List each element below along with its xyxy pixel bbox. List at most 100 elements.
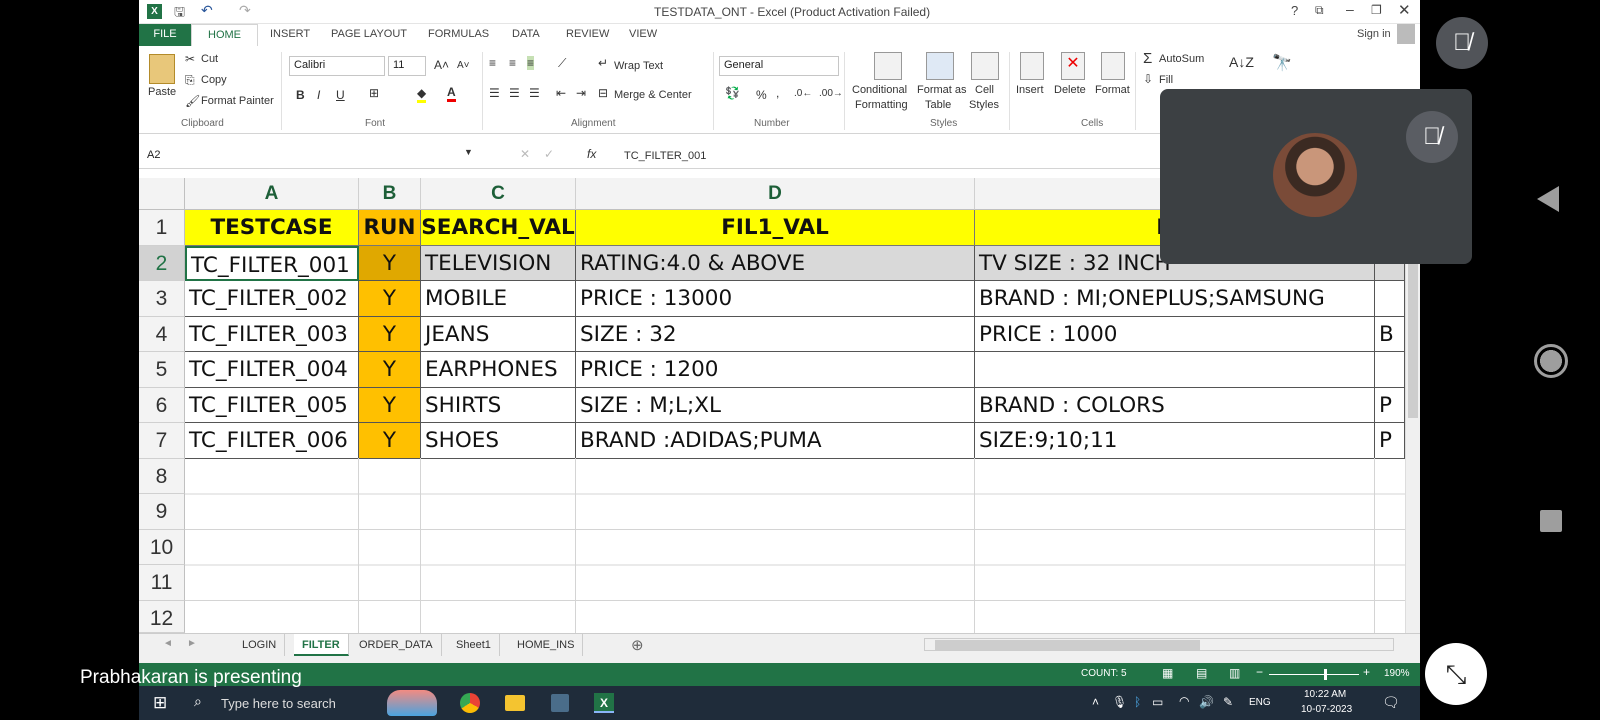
zoom-slider-thumb[interactable] — [1324, 669, 1327, 680]
align-top-icon[interactable]: ≡ — [489, 56, 496, 70]
zoom-slider[interactable] — [1269, 669, 1359, 680]
page-break-view-icon[interactable]: ▥ — [1229, 666, 1240, 680]
row-header-6[interactable]: 6 — [139, 387, 185, 423]
delete-cells-icon[interactable]: ✕ — [1061, 52, 1085, 80]
italic-button[interactable]: I — [317, 88, 320, 102]
language-indicator[interactable]: ENG — [1249, 697, 1271, 708]
tab-page-layout[interactable]: PAGE LAYOUT — [331, 28, 407, 40]
grow-font-icon[interactable]: A˄ — [434, 58, 449, 72]
zoom-level[interactable]: 190% — [1384, 668, 1410, 679]
page-layout-view-icon[interactable]: ▤ — [1196, 666, 1207, 680]
wrap-text-button[interactable]: Wrap Text — [614, 60, 663, 72]
excel-taskbar-icon[interactable]: X — [594, 693, 614, 713]
cell-b-row-6[interactable]: Y — [359, 387, 421, 423]
cell-c-row-6[interactable]: SHIRTS — [421, 387, 576, 423]
sheet-tab-sheet1[interactable]: Sheet1 — [448, 634, 500, 656]
cell-f-row-3[interactable] — [1375, 281, 1405, 317]
tray-chevron-icon[interactable]: ˄ — [1092, 695, 1099, 709]
name-box[interactable]: A2 — [143, 145, 473, 167]
normal-view-icon[interactable]: ▦ — [1162, 666, 1173, 680]
paste-icon[interactable] — [149, 54, 175, 84]
cell-c-row-7[interactable]: SHOES — [421, 423, 576, 459]
orientation-icon[interactable]: ⟋ — [558, 56, 566, 71]
user-icon[interactable] — [1397, 24, 1415, 44]
comma-button[interactable]: , — [776, 86, 779, 100]
row-header-7[interactable]: 7 — [139, 423, 185, 459]
autosum-button[interactable]: AutoSum — [1159, 53, 1204, 65]
cell-a-row-7[interactable]: TC_FILTER_006 — [185, 423, 359, 459]
prev-sheet-icon[interactable]: ◄ — [163, 638, 173, 649]
volume-icon[interactable]: 🔊 — [1199, 695, 1214, 709]
android-back-icon[interactable] — [1537, 186, 1559, 212]
format-as-label[interactable]: Format as — [917, 84, 967, 96]
cell-d-row-4[interactable]: SIZE : 32 — [576, 316, 975, 352]
insert-button[interactable]: Insert — [1016, 84, 1044, 96]
column-header-a[interactable]: A — [185, 178, 359, 210]
fill-color-icon[interactable]: ◆ — [417, 86, 427, 103]
clock-time[interactable]: 10:22 AM — [1304, 689, 1346, 700]
cell-c-row-4[interactable]: JEANS — [421, 316, 576, 352]
tab-formulas[interactable]: FORMULAS — [428, 28, 489, 40]
ribbon-display-icon[interactable]: ⧉ — [1315, 3, 1324, 18]
add-sheet-icon[interactable]: ⊕ — [631, 636, 644, 654]
taskbar-search-input[interactable]: Type here to search — [221, 696, 336, 711]
number-format-dropdown[interactable]: General — [719, 56, 839, 76]
insert-cells-icon[interactable] — [1020, 52, 1044, 80]
name-box-dropdown-icon[interactable]: ▼ — [464, 147, 473, 157]
increase-indent-icon[interactable]: ⇥ — [576, 86, 586, 100]
align-center-icon[interactable]: ☰ — [509, 86, 520, 100]
chrome-icon[interactable] — [460, 693, 480, 713]
fx-icon[interactable]: fx — [587, 147, 596, 161]
currency-icon[interactable]: 💱 — [725, 86, 740, 100]
cell-d-row-7[interactable]: BRAND :ADIDAS;PUMA — [576, 423, 975, 459]
close-icon[interactable]: ✕ — [1398, 1, 1411, 19]
zoom-in-icon[interactable]: + — [1363, 665, 1370, 679]
tab-data[interactable]: DATA — [512, 28, 540, 40]
conditional-formatting-icon[interactable] — [874, 52, 902, 80]
video-tile[interactable]: 🎙̸ — [1160, 89, 1472, 264]
cell-a-row-4[interactable]: TC_FILTER_003 — [185, 316, 359, 352]
header-cell-testcase[interactable]: TESTCASE — [185, 210, 359, 246]
paste-button[interactable]: Paste — [148, 86, 176, 98]
undo-icon[interactable]: ↶ — [201, 2, 213, 19]
tab-file[interactable]: FILE — [139, 24, 191, 46]
select-all-corner[interactable] — [139, 178, 185, 210]
cell-c-row-5[interactable]: EARPHONES — [421, 352, 576, 388]
percent-button[interactable]: % — [756, 88, 767, 102]
app-icon[interactable] — [551, 694, 569, 712]
cancel-entry-icon[interactable]: ✕ — [520, 147, 530, 161]
android-home-icon[interactable] — [1534, 344, 1568, 378]
underline-button[interactable]: U — [336, 88, 345, 102]
decimal-decrease-icon[interactable]: .00→ — [819, 88, 843, 99]
formula-input[interactable]: TC_FILTER_001 — [624, 150, 706, 162]
cell-b-row-2[interactable]: Y — [359, 245, 421, 281]
format-cells-icon[interactable] — [1101, 52, 1125, 80]
help-icon[interactable]: ? — [1291, 3, 1298, 18]
column-header-b[interactable]: B — [359, 178, 421, 210]
cell-f-row-4[interactable]: B — [1375, 316, 1405, 352]
format-painter-button[interactable]: Format Painter — [201, 95, 274, 107]
borders-icon[interactable]: ⊞ — [369, 86, 379, 100]
cell-f-row-7[interactable]: P — [1375, 423, 1405, 459]
minimize-icon[interactable]: – — [1346, 1, 1354, 17]
formatting-label[interactable]: Formatting — [855, 99, 908, 111]
sheet-tab-home-ins[interactable]: HOME_INS — [509, 634, 584, 656]
cell-e-row-4[interactable]: PRICE : 1000 — [975, 316, 1375, 352]
horizontal-scrollbar[interactable] — [924, 638, 1394, 651]
cell-e-row-3[interactable]: BRAND : MI;ONEPLUS;SAMSUNG — [975, 281, 1375, 317]
column-header-c[interactable]: C — [421, 178, 576, 210]
sign-in-link[interactable]: Sign in — [1357, 28, 1391, 40]
cell-f-row-6[interactable]: P — [1375, 387, 1405, 423]
row-header-9[interactable]: 9 — [139, 494, 185, 530]
tab-review[interactable]: REVIEW — [566, 28, 609, 40]
notifications-icon[interactable]: 🗨 — [1382, 694, 1400, 711]
align-right-icon[interactable]: ☰ — [529, 86, 540, 100]
cell-e-row-7[interactable]: SIZE:9;10;11 — [975, 423, 1375, 459]
wifi-icon[interactable]: ◠ — [1179, 694, 1189, 708]
row-header-5[interactable]: 5 — [139, 352, 185, 388]
tab-view[interactable]: VIEW — [629, 28, 657, 40]
row-header-1[interactable]: 1 — [139, 210, 185, 246]
row-header-8[interactable]: 8 — [139, 458, 185, 494]
cell-b-row-4[interactable]: Y — [359, 316, 421, 352]
format-as-table-icon[interactable] — [926, 52, 954, 80]
